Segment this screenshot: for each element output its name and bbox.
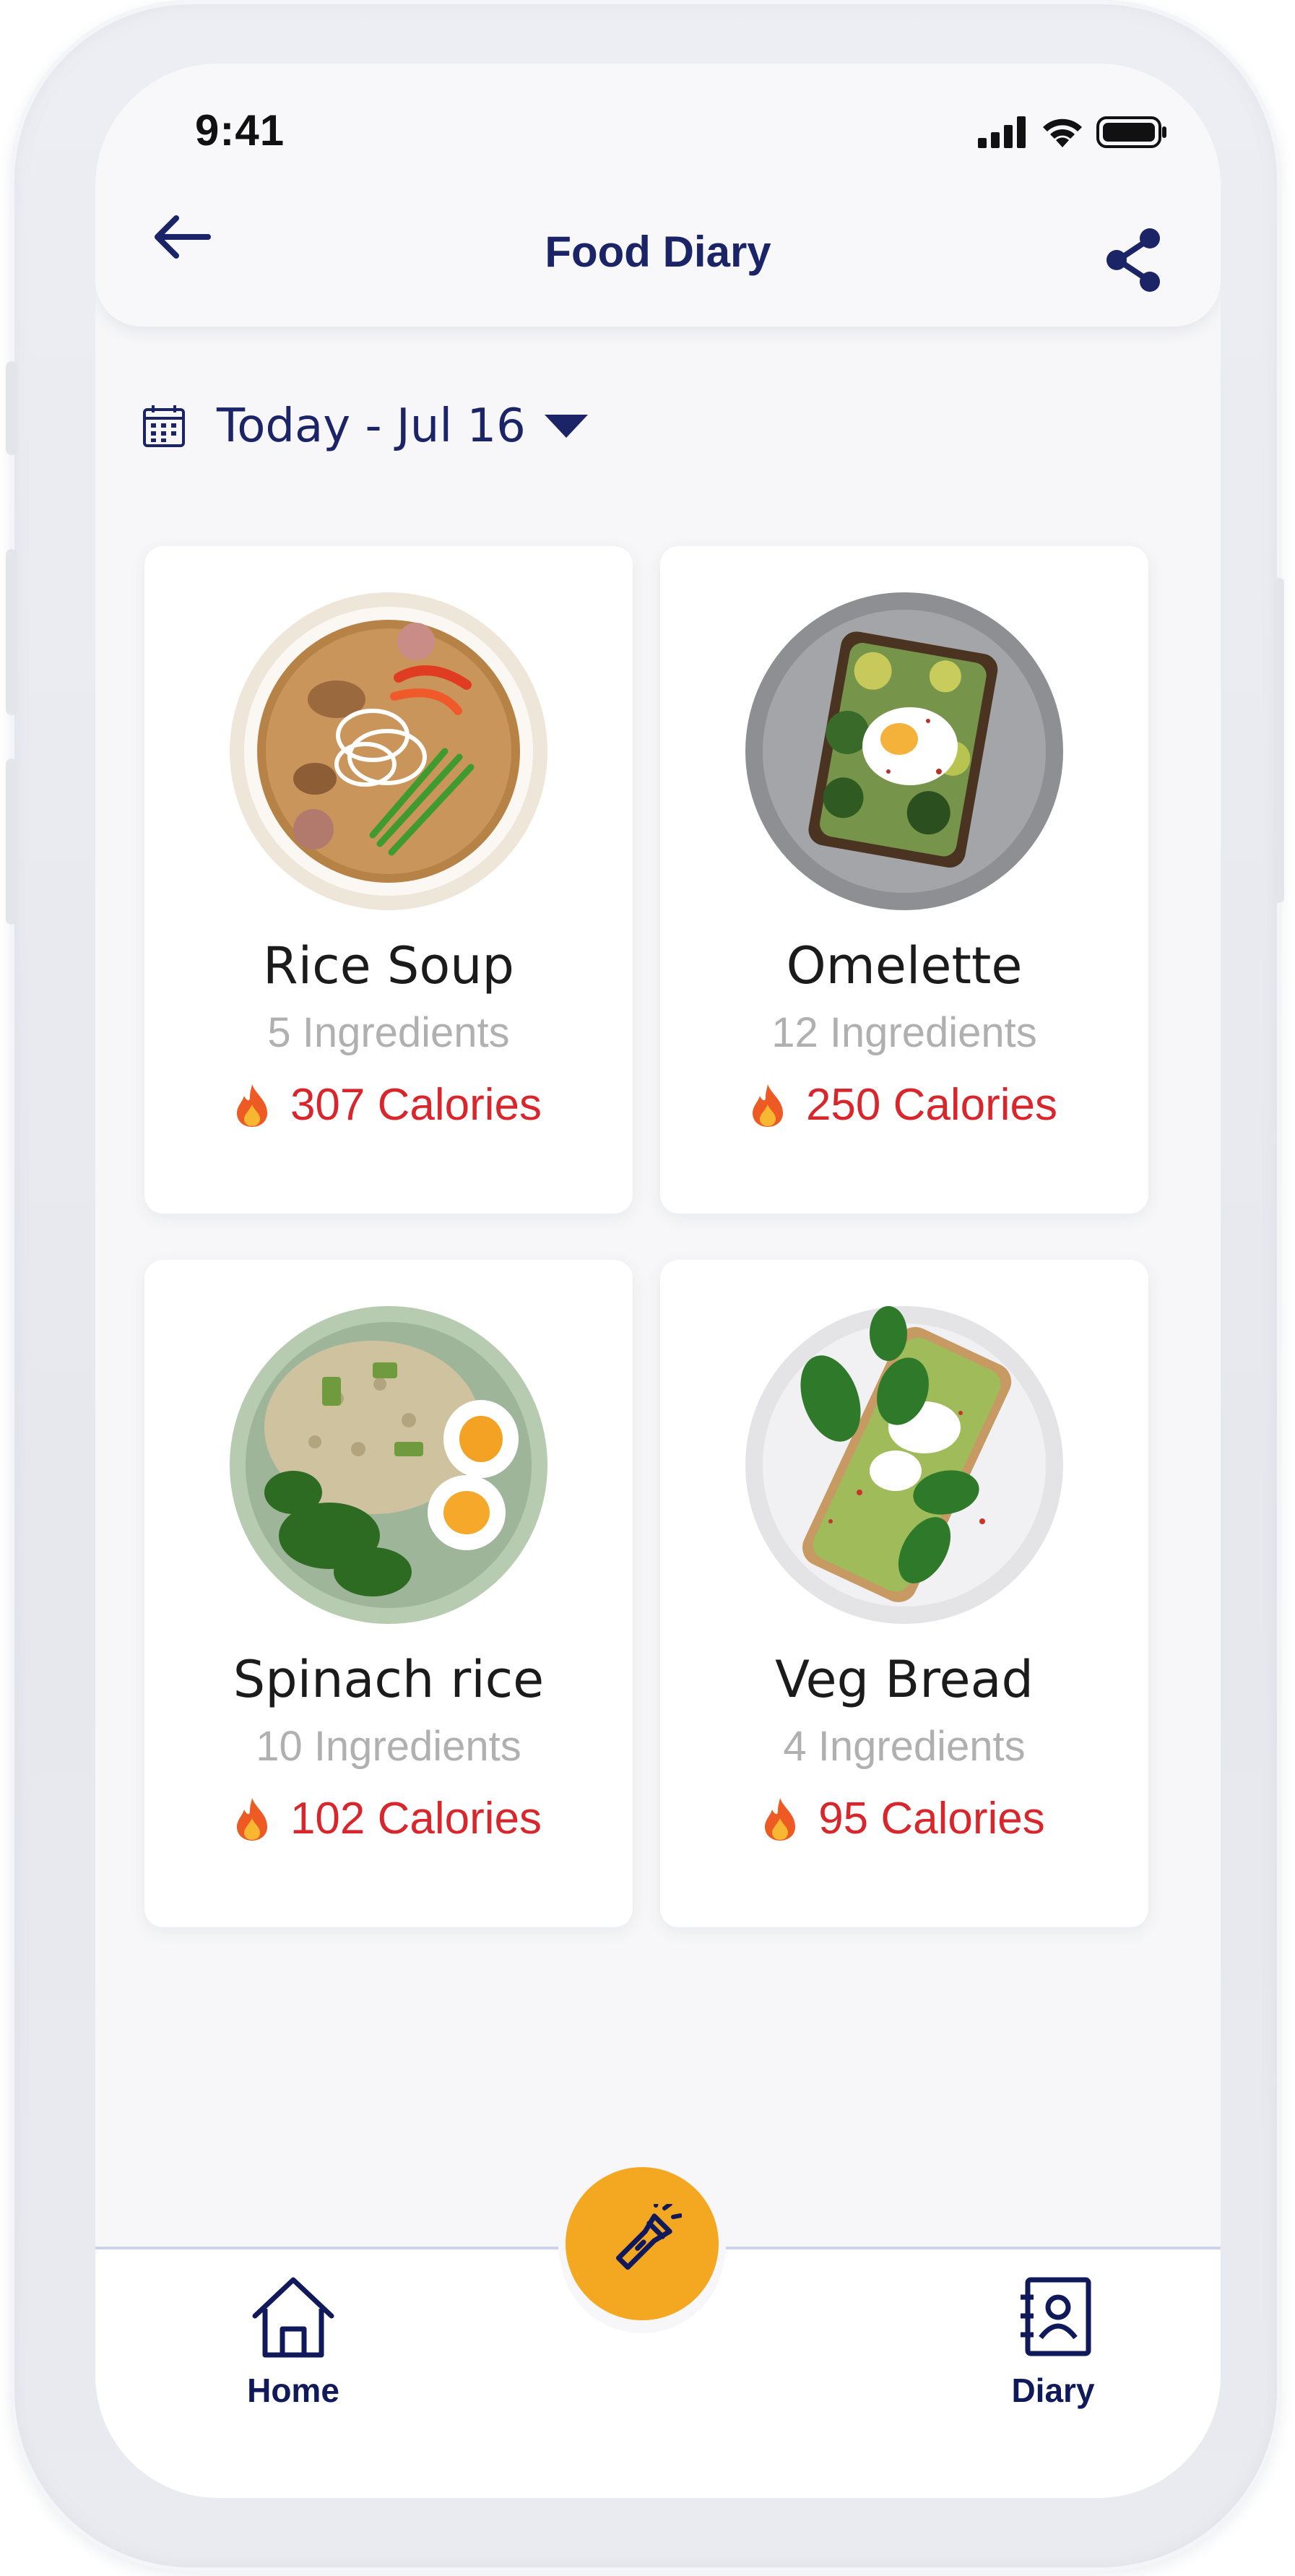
calories-label: 250 Calories — [805, 1080, 1058, 1130]
meal-name: Rice Soup — [263, 936, 514, 995]
flame-icon — [236, 1797, 267, 1841]
meal-ingredients: 12 Ingredients — [771, 1009, 1037, 1056]
date-selector[interactable]: Today - Jul 16 — [142, 399, 588, 453]
home-label: Home — [247, 2372, 339, 2409]
flame-icon — [752, 1084, 783, 1127]
nav-item-diary[interactable]: Diary — [981, 2273, 1125, 2410]
meal-ingredients: 10 Ingredients — [256, 1723, 521, 1770]
wifi-icon — [1043, 118, 1082, 147]
nav-item-home[interactable]: Home — [221, 2273, 365, 2410]
flashlight-icon — [615, 2204, 682, 2270]
flame-icon — [765, 1797, 796, 1841]
share-icon — [1106, 228, 1160, 292]
meal-calories: 102 Calories — [144, 1793, 633, 1844]
meal-name: Veg Bread — [775, 1650, 1034, 1709]
date-label: Today - Jul 16 — [217, 399, 526, 453]
side-button — [6, 758, 17, 925]
side-button — [6, 361, 17, 455]
flashlight-button[interactable] — [566, 2167, 719, 2320]
side-button — [6, 549, 17, 715]
side-button — [1274, 578, 1284, 903]
meal-card-rice-soup[interactable]: Rice Soup 5 Ingredients 307 Calories — [144, 546, 633, 1214]
battery-icon — [1096, 116, 1166, 148]
rice-egg-plate-icon — [230, 1306, 547, 1624]
calories-label: 307 Calories — [290, 1080, 542, 1130]
share-button[interactable] — [1098, 224, 1170, 296]
meal-name: Omelette — [786, 936, 1023, 995]
calories-label: 95 Calories — [818, 1794, 1045, 1844]
diary-label: Diary — [1011, 2372, 1095, 2409]
meal-card-spinach-rice[interactable]: Spinach rice 10 Ingredients 102 Calories — [144, 1260, 633, 1927]
meal-calories: 250 Calories — [660, 1079, 1148, 1131]
status-time: 9:41 — [195, 106, 285, 155]
meal-calories: 307 Calories — [144, 1079, 633, 1131]
calories-label: 102 Calories — [290, 1794, 542, 1844]
status-icons — [978, 116, 1169, 149]
avocado-toast-plate-icon — [745, 592, 1063, 910]
meal-name: Spinach rice — [233, 1650, 545, 1709]
app-screen: 9:41 Food Diary Today - Jul 16 Rice Soup… — [95, 64, 1221, 2498]
calendar-icon — [143, 405, 185, 447]
caret-down-icon — [544, 415, 588, 438]
meal-calories: 95 Calories — [660, 1793, 1148, 1844]
page-title: Food Diary — [545, 228, 771, 276]
signal-icon — [978, 116, 1026, 148]
veg-bread-plate-icon — [745, 1306, 1063, 1624]
diary-icon — [1021, 2277, 1091, 2356]
meal-card-omelette[interactable]: Omelette 12 Ingredients 250 Calories — [660, 546, 1148, 1214]
meal-card-veg-bread[interactable]: Veg Bread 4 Ingredients 95 Calories — [660, 1260, 1148, 1927]
flame-icon — [236, 1084, 267, 1127]
app-header: 9:41 Food Diary — [95, 64, 1221, 327]
phone-frame: 9:41 Food Diary Today - Jul 16 Rice Soup… — [6, 0, 1284, 2572]
rice-soup-plate-icon — [230, 592, 547, 910]
home-icon — [252, 2277, 334, 2358]
meal-ingredients: 5 Ingredients — [267, 1009, 510, 1056]
meal-ingredients: 4 Ingredients — [783, 1723, 1026, 1770]
